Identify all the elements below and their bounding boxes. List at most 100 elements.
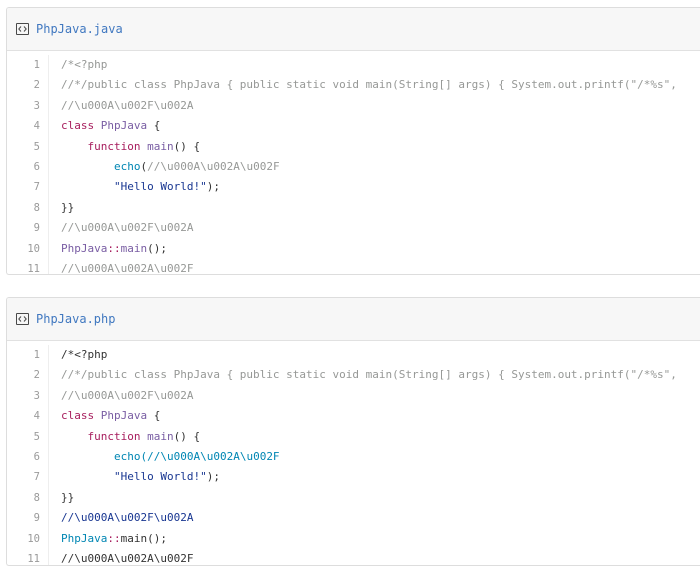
line-code: echo(//\u000A\u002A\u002F <box>49 447 280 467</box>
line-number[interactable]: 6 <box>7 446 49 468</box>
code-token: :: <box>107 241 121 255</box>
code-token: main <box>120 531 148 545</box>
line-code: //\u000A\u002A\u002F <box>49 549 194 565</box>
code-token: (); <box>147 531 167 545</box>
line-number[interactable]: 9 <box>7 508 49 529</box>
code-line: 3 //\u000A\u002F\u002A <box>7 95 700 117</box>
line-code: }} <box>49 488 74 508</box>
line-code: }} <box>49 198 74 218</box>
code-line: 2 //*/public class PhpJava { public stati… <box>7 365 700 386</box>
file-name-link[interactable]: PhpJava.java <box>36 22 123 36</box>
line-number[interactable]: 7 <box>7 177 49 198</box>
line-number[interactable]: 7 <box>7 467 49 488</box>
line-number[interactable]: 8 <box>7 487 49 509</box>
line-number[interactable]: 3 <box>7 385 49 407</box>
code-token: /*<?php <box>61 58 108 71</box>
code-token: { <box>147 119 161 133</box>
line-code: //*/public class PhpJava { public static… <box>49 365 684 385</box>
line-code: PhpJava::main(); <box>49 529 167 549</box>
line-code: /*<?php <box>49 345 107 365</box>
code-token: //\u000A\u002A\u002F <box>61 551 194 565</box>
line-number[interactable]: 5 <box>7 426 49 447</box>
code-token: "Hello World!" <box>61 180 207 194</box>
code-token: //\u000A\u002F\u002A <box>61 221 194 235</box>
line-number[interactable]: 4 <box>7 116 49 137</box>
line-number[interactable]: 2 <box>7 365 49 386</box>
code-file-php: PhpJava.php 1 /*<?php 2 //*/public class Ph… <box>6 297 700 566</box>
code-token: main <box>147 139 174 153</box>
code-token: //\u000A\u002F\u002A <box>61 98 194 112</box>
code-line: 11 //\u000A\u002A\u002F <box>7 548 700 565</box>
code-token: (//\u000A\u002A\u002F <box>140 449 280 463</box>
code-line: 1 /*<?php <box>7 345 700 366</box>
code-token: //*/public class PhpJava { public static… <box>61 368 684 382</box>
code-token: (); <box>147 241 167 255</box>
code-token: PhpJava <box>61 241 108 255</box>
code-line: 7 "Hello World!"); <box>7 177 700 198</box>
code-line: 3 //\u000A\u002F\u002A <box>7 385 700 407</box>
line-number[interactable]: 11 <box>7 548 49 565</box>
code-token: /*<?php <box>61 348 108 361</box>
code-line: 2 //*/public class PhpJava { public stati… <box>7 75 700 96</box>
code-line: 1 /*<?php <box>7 55 700 76</box>
line-code: class PhpJava { <box>49 406 160 426</box>
line-number[interactable]: 11 <box>7 258 49 274</box>
line-code: //\u000A\u002F\u002A <box>49 218 193 238</box>
code-token: () { <box>173 429 201 443</box>
code-line: 8}} <box>7 487 700 509</box>
line-number[interactable]: 1 <box>7 345 49 366</box>
line-code: //\u000A\u002F\u002A <box>49 386 193 406</box>
line-number[interactable]: 5 <box>7 136 49 157</box>
code-token: { <box>147 409 161 423</box>
code-token: //\u000A\u002A\u002F <box>147 159 280 173</box>
line-number[interactable]: 4 <box>7 406 49 427</box>
line-number[interactable]: 3 <box>7 95 49 117</box>
line-code: //\u000A\u002A\u002F <box>49 259 194 275</box>
line-code: //*/public class PhpJava { public static… <box>49 75 684 95</box>
file-header: PhpJava.php <box>7 298 700 341</box>
code-token: //\u000A\u002F\u002A <box>61 388 194 402</box>
code-token: echo <box>61 449 141 463</box>
line-code: PhpJava::main(); <box>49 239 167 259</box>
code-token: class <box>61 119 101 133</box>
code-token: //*/public class PhpJava { public static… <box>61 78 684 92</box>
file-name-link[interactable]: PhpJava.php <box>36 312 115 326</box>
code-file-icon <box>16 313 29 325</box>
code-token: //\u000A\u002F\u002A <box>61 511 194 525</box>
code-token: //\u000A\u002A\u002F <box>61 261 194 275</box>
code-token: ); <box>206 470 220 484</box>
line-code: "Hello World!"); <box>49 467 220 487</box>
line-number[interactable]: 2 <box>7 75 49 96</box>
code-token: "Hello World!" <box>61 470 207 484</box>
code-token: function <box>61 429 148 443</box>
line-number[interactable]: 1 <box>7 55 49 76</box>
code-token: function <box>61 139 148 153</box>
code-token: PhpJava <box>61 531 108 545</box>
code-token: ); <box>206 180 220 194</box>
code-token: main <box>120 241 148 255</box>
code-line: 5 function main() { <box>7 136 700 157</box>
code-line: 9 //\u000A\u002F\u002A <box>7 508 700 529</box>
code-line: 5 function main() { <box>7 426 700 447</box>
line-code: "Hello World!"); <box>49 177 220 197</box>
code-line: 4 class PhpJava { <box>7 116 700 137</box>
line-number[interactable]: 8 <box>7 197 49 219</box>
code-token: PhpJava <box>100 409 148 423</box>
line-code: function main() { <box>49 137 200 157</box>
code-file-icon <box>16 23 29 35</box>
line-code: //\u000A\u002F\u002A <box>49 96 193 116</box>
code-token: }} <box>61 200 75 214</box>
line-code: echo(//\u000A\u002A\u002F <box>49 157 280 177</box>
line-number[interactable]: 10 <box>7 238 49 259</box>
code-line: 6 echo(//\u000A\u002A\u002F <box>7 446 700 468</box>
line-number[interactable]: 9 <box>7 218 49 239</box>
code-token: PhpJava <box>100 119 148 133</box>
code-token: main <box>147 429 174 443</box>
code-body: 1 /*<?php 2 //*/public class PhpJava { publ… <box>7 341 700 565</box>
code-line: 10 PhpJava::main(); <box>7 238 700 259</box>
line-code: function main() { <box>49 427 200 447</box>
code-line: 8}} <box>7 197 700 219</box>
code-line: 11 //\u000A\u002A\u002F <box>7 258 700 275</box>
line-number[interactable]: 10 <box>7 528 49 549</box>
line-number[interactable]: 6 <box>7 156 49 178</box>
